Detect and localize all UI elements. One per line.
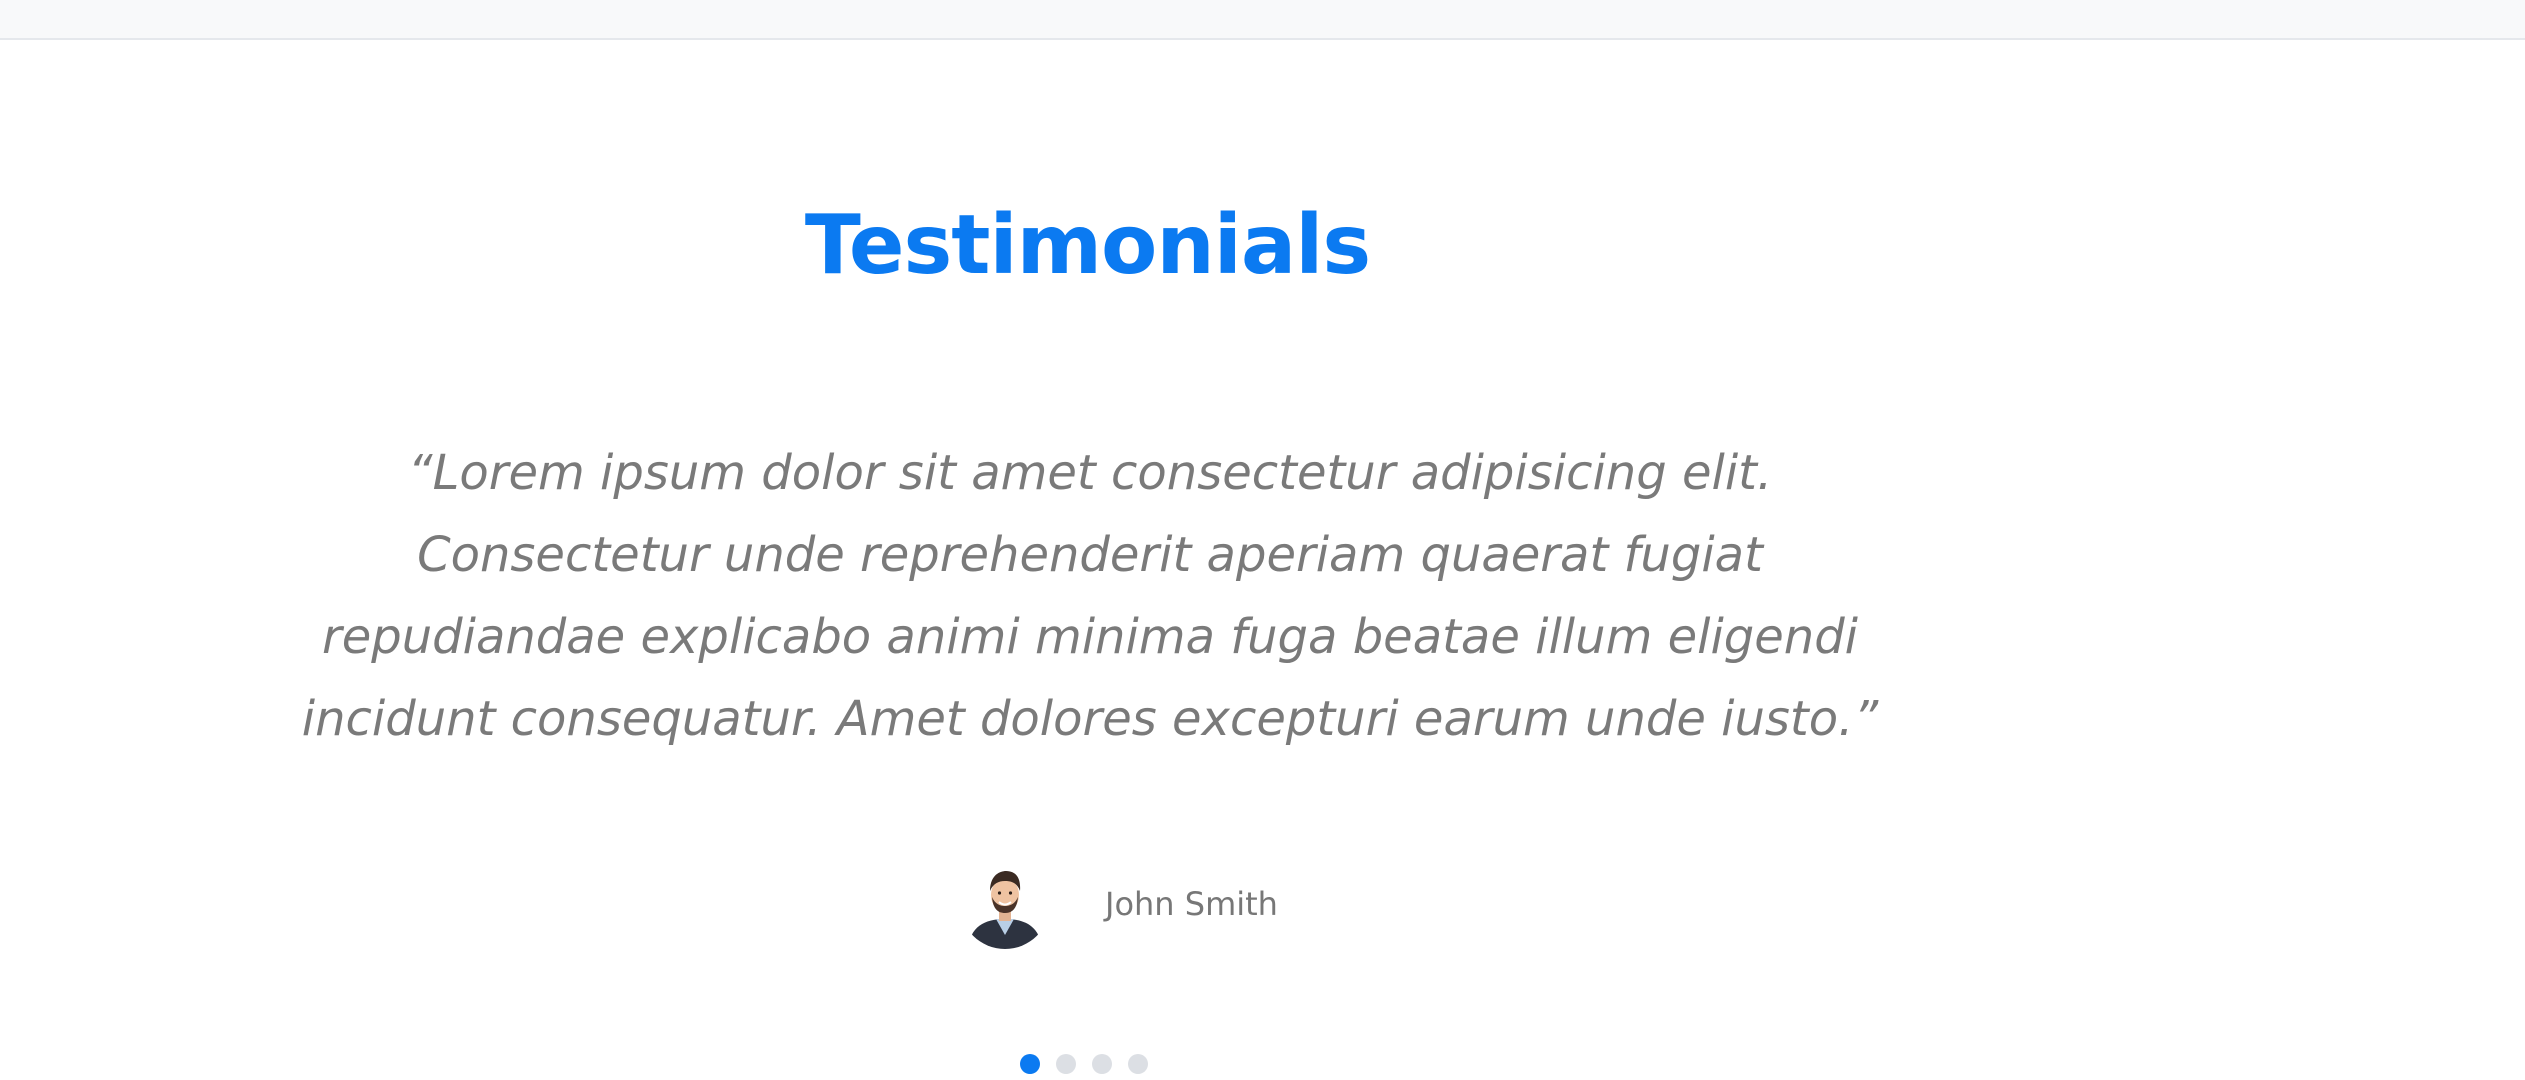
carousel-indicators bbox=[1020, 1054, 1164, 1074]
testimonial-quote: “Lorem ipsum dolor sit amet consectetur … bbox=[301, 445, 1879, 747]
section-title: Testimonials bbox=[804, 198, 1371, 293]
carousel-dot-1[interactable] bbox=[1020, 1054, 1040, 1074]
top-nav-strip bbox=[0, 0, 2525, 40]
testimonial-author: John Smith bbox=[960, 858, 1278, 950]
testimonials-section: Testimonials “Lorem ipsum dolor sit amet… bbox=[0, 40, 2525, 1080]
carousel-dot-2[interactable] bbox=[1056, 1054, 1076, 1074]
author-name: John Smith bbox=[1105, 885, 1278, 923]
carousel-dot-3[interactable] bbox=[1092, 1054, 1112, 1074]
carousel-dot-4[interactable] bbox=[1128, 1054, 1148, 1074]
avatar bbox=[960, 859, 1050, 949]
person-avatar-icon bbox=[960, 859, 1050, 949]
